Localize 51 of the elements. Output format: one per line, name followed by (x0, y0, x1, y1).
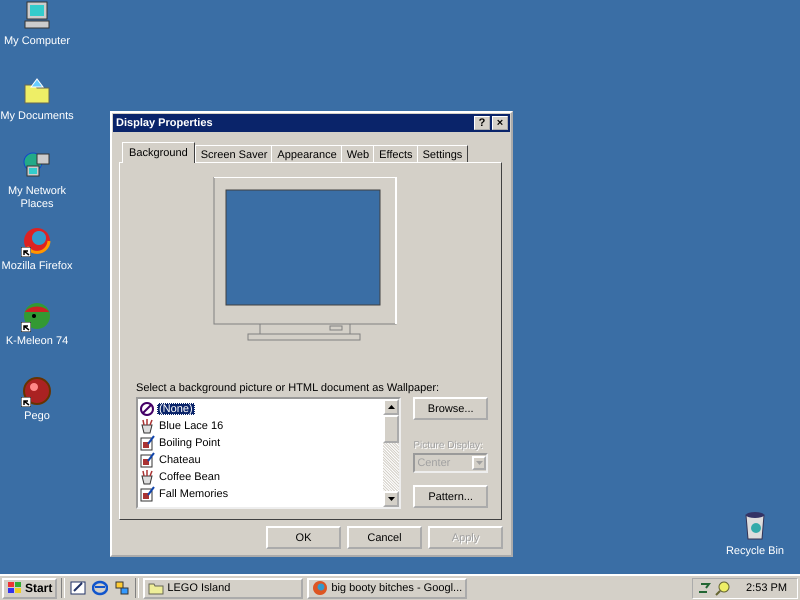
desktop-icon-label[interactable]: Recycle Bin (726, 545, 784, 558)
dialog-button[interactable]: OK (266, 526, 341, 549)
brush-pot-icon (139, 468, 155, 484)
desktop-icon-label[interactable]: My Computer (4, 35, 70, 48)
list-item[interactable]: Boiling Point (139, 434, 382, 451)
tab[interactable]: Settings (416, 145, 468, 163)
network-tray-icon[interactable] (697, 580, 713, 596)
shortcut-arrow-icon (21, 322, 31, 332)
window-title: Display Properties (115, 117, 214, 129)
clock: 2:53 PM (746, 582, 787, 594)
shortcut-arrow-icon (21, 247, 31, 257)
help-button[interactable]: ? (474, 116, 490, 130)
wallpaper-label: Select a background picture or HTML document as Wallpaper: (136, 382, 440, 394)
tab[interactable]: Screen Saver (194, 145, 274, 163)
desktop-icon-label[interactable]: K-Meleon 74 (6, 335, 68, 348)
tab[interactable]: Background (122, 142, 195, 163)
tab[interactable]: Effects (373, 145, 419, 163)
windows-logo-icon (7, 581, 23, 595)
scroll-up-button[interactable] (383, 399, 400, 415)
scroll-down-button[interactable] (383, 491, 400, 507)
picture-file-icon (139, 486, 155, 502)
taskbar-button[interactable]: LEGO Island (143, 578, 304, 598)
scroll-thumb[interactable] (383, 415, 400, 443)
shortcut-arrow-icon (21, 397, 31, 407)
picture-file-icon (139, 452, 155, 468)
magnifier-icon[interactable] (715, 580, 731, 596)
browse-button[interactable]: Browse... (413, 397, 488, 420)
desktop-icon-label[interactable]: My Documents (0, 110, 74, 123)
up-arrow-icon (388, 405, 395, 409)
scrollbar[interactable] (383, 399, 400, 507)
brush-pot-icon (139, 418, 155, 434)
down-arrow-icon (476, 461, 482, 465)
dialog-button[interactable]: Cancel (347, 526, 422, 549)
list-item[interactable]: Blue Lace 16 (139, 417, 382, 434)
close-button[interactable]: × (492, 116, 508, 130)
pattern-button[interactable]: Pattern... (413, 485, 488, 508)
down-arrow-icon (388, 497, 395, 501)
desktop-icon-label[interactable]: Pego (24, 410, 50, 423)
desktop-icon-label[interactable]: Mozilla Firefox (2, 260, 72, 273)
start-button[interactable]: Start (2, 578, 58, 598)
list-item[interactable]: Chateau (139, 451, 382, 468)
list-item[interactable]: (None) (139, 400, 382, 417)
desktop-icon-label[interactable]: My Network Places (0, 185, 74, 211)
no-sign-icon (139, 400, 155, 416)
desktop-icon[interactable] (70, 580, 86, 596)
browser-e-icon[interactable] (92, 580, 108, 596)
tab[interactable]: Appearance (271, 145, 343, 163)
taskbar-button[interactable]: big booty bitches - Googl... (307, 578, 468, 598)
list-item[interactable]: Coffee Bean (139, 468, 382, 485)
list-item[interactable]: Fall Memories (139, 485, 382, 502)
picture-file-icon (139, 434, 155, 450)
